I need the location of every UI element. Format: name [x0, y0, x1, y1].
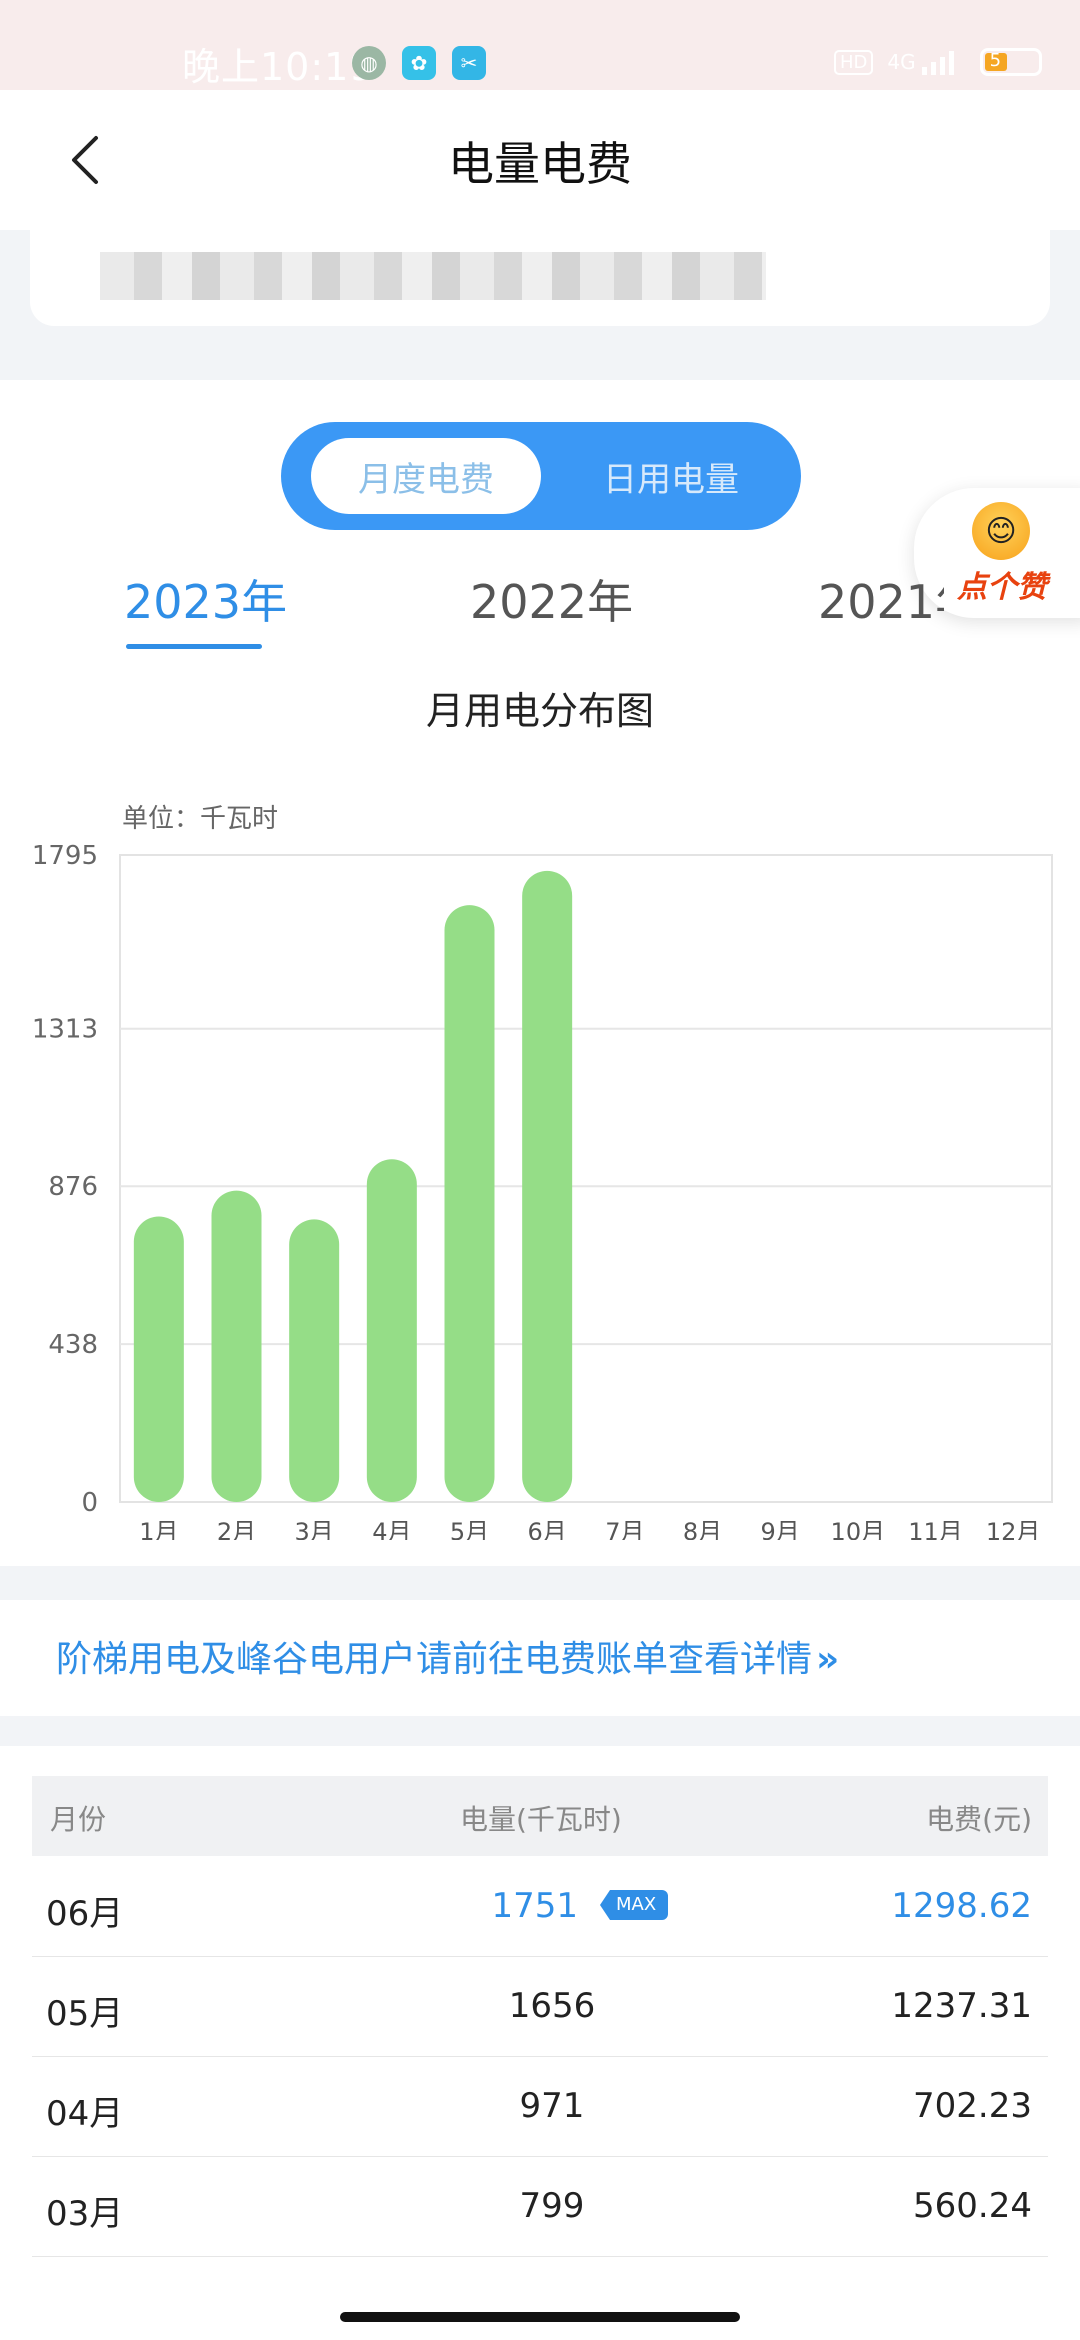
tab-year-2021[interactable]: 2021年	[818, 566, 944, 632]
table-row[interactable]: 03月 799 560.24	[32, 2156, 1048, 2257]
x-tick-label: 3月	[295, 1518, 334, 1540]
masked-account-info	[100, 252, 766, 300]
table-row[interactable]: 05月 1656 1237.31	[32, 1956, 1048, 2057]
row-fee: 1237.31	[891, 1986, 1032, 2026]
x-tick-label: 5月	[450, 1518, 489, 1540]
status-time: 晚上10:19	[182, 45, 375, 89]
y-tick-label: 876	[48, 1172, 98, 1202]
x-tick-label: 2月	[217, 1518, 256, 1540]
x-tick-label: 11月	[908, 1518, 963, 1540]
y-tick-label: 0	[81, 1488, 98, 1518]
segment-control: 月度电费 日用电量	[281, 422, 801, 530]
battery-level: 5	[989, 50, 1002, 71]
x-tick-label: 7月	[605, 1518, 644, 1540]
chart-unit-label: 单位：千瓦时	[122, 804, 279, 834]
tab-year-2022[interactable]: 2022年	[470, 566, 633, 632]
double-chevron-right-icon: »	[816, 1639, 840, 1680]
row-kwh: 1656	[508, 1986, 596, 2026]
header-month: 月份	[50, 1803, 107, 1836]
header-kwh: 电量(千瓦时)	[460, 1803, 622, 1836]
y-tick-label: 1313	[32, 1015, 98, 1045]
tab-year-2023[interactable]: 2023年	[124, 566, 287, 632]
notice-link[interactable]: 阶梯用电及峰谷电用户请前往电费账单查看详情»	[56, 1630, 839, 1682]
row-kwh: 971	[519, 2086, 585, 2126]
bar-5[interactable]	[444, 905, 495, 1502]
monthly-usage-chart: 0 438 876 1313 1795 1月 2月 3月 4月 5月 6月 7月 8月 9月 10月 11月 1…	[32, 841, 1053, 1540]
table-header: 月份 电量(千瓦时) 电费(元)	[32, 1776, 1048, 1856]
row-fee: 560.24	[913, 2186, 1032, 2226]
header: 电量电费	[0, 90, 1080, 230]
row-month: 06月	[46, 1894, 124, 1934]
battery-icon: 5	[979, 48, 1042, 76]
row-month: 03月	[46, 2194, 124, 2234]
x-tick-label: 1月	[139, 1518, 178, 1540]
x-tick-label: 4月	[372, 1518, 411, 1540]
row-kwh: 1751	[491, 1886, 578, 1926]
row-kwh: 799	[519, 2186, 585, 2226]
home-indicator[interactable]	[340, 2312, 740, 2322]
hd-icon: HD	[834, 49, 874, 75]
segment-daily-usage[interactable]: 日用电量	[561, 438, 781, 514]
signal-icon	[921, 51, 954, 75]
bar-6[interactable]	[522, 870, 573, 1502]
network-label: 4G	[887, 50, 916, 74]
row-month: 04月	[46, 2094, 124, 2134]
account-area	[0, 230, 1080, 380]
table-row[interactable]: 06月 1751 MAX 1298.62	[32, 1856, 1048, 1957]
bar-3[interactable]	[289, 1219, 340, 1502]
active-year-indicator	[126, 644, 262, 649]
page-title: 电量电费	[448, 137, 632, 191]
segment-monthly-fee[interactable]: 月度电费	[311, 438, 541, 514]
table-row[interactable]: 04月 971 702.23	[32, 2056, 1048, 2157]
row-month: 05月	[46, 1994, 124, 2034]
bar-4[interactable]	[366, 1159, 417, 1502]
y-tick-label: 438	[48, 1330, 98, 1360]
notice-band[interactable]: 阶梯用电及峰谷电用户请前往电费账单查看详情»	[0, 1600, 1080, 1716]
x-tick-label: 9月	[761, 1518, 800, 1540]
row-fee: 702.23	[913, 2086, 1032, 2126]
x-tick-label: 6月	[528, 1518, 567, 1540]
bar-2[interactable]	[211, 1190, 262, 1502]
x-tick-label: 12月	[986, 1518, 1041, 1540]
status-bar: 晚上10:19 ◍ ✿ ✂ HD 4G 5	[0, 0, 1080, 90]
monthly-table: 月份 电量(千瓦时) 电费(元) 06月 1751 MAX 1298.62 05…	[0, 1746, 1080, 2340]
app-notification-icon: ✿	[402, 46, 436, 80]
x-tick-label: 10月	[831, 1518, 886, 1540]
y-tick-label: 1795	[32, 841, 98, 871]
notice-text: 阶梯用电及峰谷电用户请前往电费账单查看详情	[56, 1639, 813, 1680]
bar-1[interactable]	[133, 1216, 184, 1502]
chart-title: 月用电分布图	[425, 689, 654, 733]
header-fee: 电费(元)	[926, 1803, 1032, 1836]
tool-app-icon: ✂	[452, 46, 486, 80]
usage-section: 月度电费 日用电量 😊 点个赞 2023年 2022年 2021年 月用电分布图…	[0, 380, 1080, 1566]
account-card	[30, 230, 1050, 326]
earth-app-icon: ◍	[352, 46, 386, 80]
max-badge: MAX	[600, 1890, 669, 1920]
status-right: HD 4G 5	[834, 44, 1042, 80]
row-fee: 1298.62	[891, 1886, 1032, 1926]
smile-emoji-icon: 😊	[972, 502, 1030, 560]
x-tick-label: 8月	[683, 1518, 722, 1540]
